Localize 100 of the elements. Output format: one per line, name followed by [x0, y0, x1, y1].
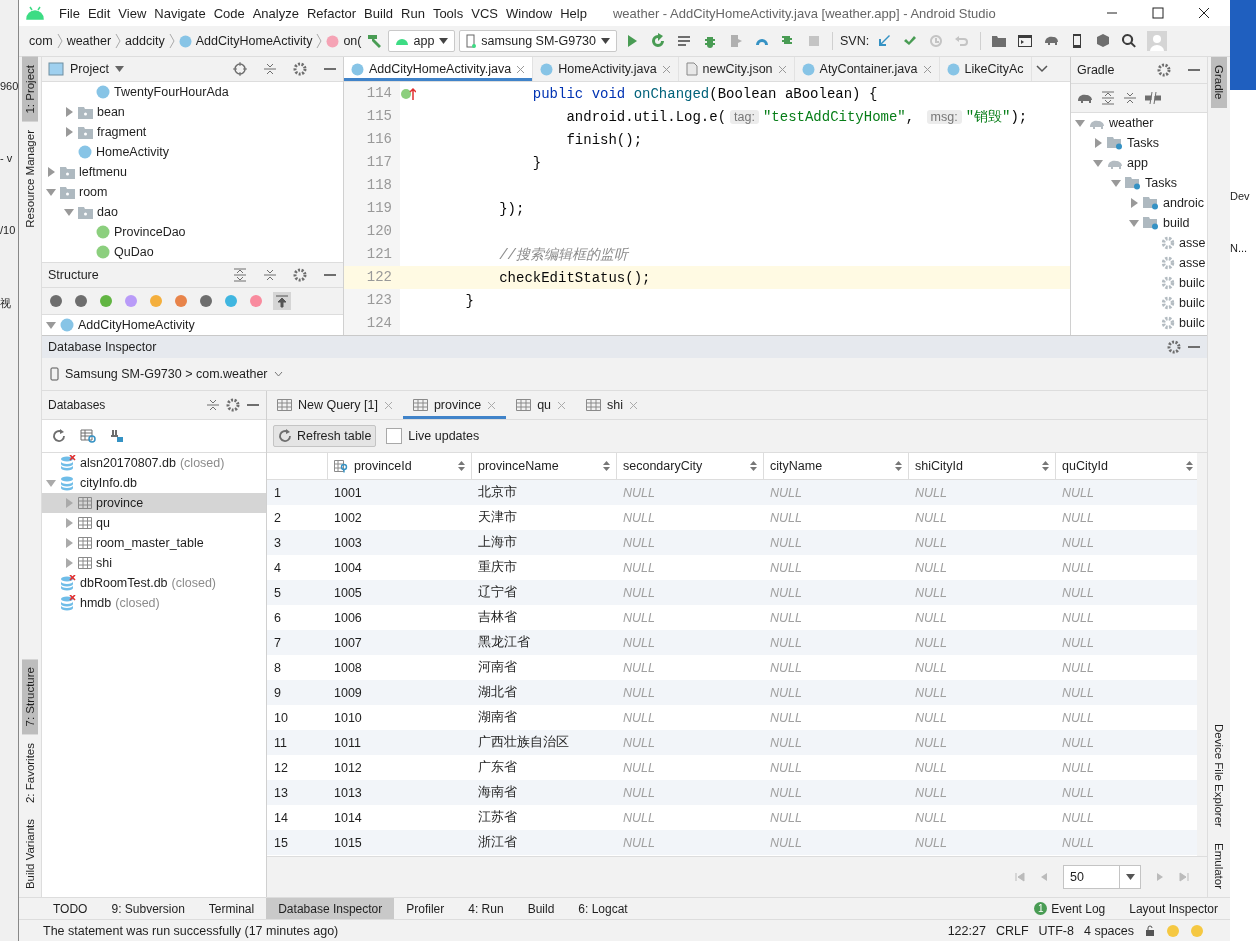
next-page-icon[interactable] [1155, 872, 1165, 882]
expanded-arrow-icon[interactable] [46, 187, 56, 198]
tool-window-tab[interactable]: 4: Run [456, 898, 516, 919]
apply-changes-icon[interactable] [650, 33, 666, 49]
menu-item[interactable]: Help [556, 5, 591, 21]
expanded-arrow-icon[interactable] [1129, 218, 1139, 228]
menu-item[interactable]: Code [209, 5, 249, 21]
table-item[interactable]: qu [42, 513, 266, 533]
tree-item[interactable]: dbRoomTest.db [80, 576, 168, 590]
expanded-arrow-icon[interactable] [1075, 118, 1085, 128]
hammer-icon[interactable] [365, 33, 384, 49]
tree-item[interactable]: cityInfo.db [80, 476, 137, 490]
tool-window-tab[interactable]: TODO [41, 898, 100, 919]
collapsed-arrow-icon[interactable] [64, 518, 74, 528]
settings-icon[interactable] [293, 62, 307, 76]
collapsed-arrow-icon[interactable] [1093, 138, 1103, 148]
tool-window-tab[interactable]: 6: Logcat [566, 898, 640, 919]
collapsed-arrow-icon[interactable] [46, 167, 56, 178]
tree-item[interactable]: AddCityHomeActivity [78, 318, 195, 332]
tool-window-tab[interactable]: 7: Structure [22, 659, 38, 735]
tree-item[interactable]: app [1127, 156, 1148, 170]
tool-window-tab[interactable]: Build Variants [22, 810, 38, 897]
collapsed-arrow-icon[interactable] [1129, 198, 1139, 208]
tree-item[interactable]: dao [97, 205, 118, 220]
tree-item[interactable]: asse [1179, 256, 1206, 270]
editor-tab[interactable]: AddCityHomeActivity.java [344, 57, 534, 81]
table-item[interactable]: province [42, 493, 266, 513]
process-selector[interactable]: Samsung SM-G9730 > com.weather [50, 367, 283, 381]
implements-icon[interactable] [400, 86, 416, 101]
tool-window-tab[interactable]: Emulator [1211, 834, 1227, 897]
tree-item[interactable]: Tasks [1127, 136, 1159, 150]
collapsed-arrow-icon[interactable] [64, 107, 74, 118]
tool-window-tab[interactable]: Event Log [1051, 901, 1106, 916]
tree-item[interactable]: builc [1179, 296, 1205, 310]
caret-position[interactable]: 122:27 [947, 923, 986, 938]
page-size-dropdown[interactable]: 50 [1063, 865, 1141, 889]
panel-title[interactable]: Project [70, 62, 109, 76]
query-tab[interactable]: shi [576, 391, 649, 419]
settings-icon[interactable] [226, 398, 240, 412]
collapsed-arrow-icon[interactable] [64, 127, 74, 138]
tool-window-tab[interactable]: 9: Subversion [99, 898, 197, 919]
maximize-icon[interactable] [1152, 7, 1164, 19]
breadcrumb[interactable]: AddCityHomeActivity [195, 34, 313, 48]
expanded-arrow-icon[interactable] [64, 207, 74, 218]
tool-window-tab[interactable]: Gradle [1211, 57, 1227, 108]
file-encoding[interactable]: UTF-8 [1038, 923, 1074, 938]
column-header[interactable]: provinceName [471, 453, 616, 479]
line-separator[interactable]: CRLF [995, 923, 1029, 938]
tree-item[interactable]: room [79, 185, 108, 200]
expand-icon[interactable] [1101, 91, 1115, 105]
expanded-arrow-icon[interactable] [1111, 178, 1121, 188]
expanded-arrow-icon[interactable] [46, 320, 56, 330]
collapse-icon[interactable] [206, 398, 220, 412]
package-icon[interactable] [1095, 33, 1112, 49]
tree-item[interactable]: fragment [97, 125, 147, 140]
collapsed-arrow-icon[interactable] [64, 558, 74, 568]
table-item[interactable]: shi [42, 553, 266, 573]
attach-icon[interactable] [728, 33, 744, 49]
tree-item[interactable]: QuDao [114, 245, 154, 260]
run-config-dropdown[interactable]: app [387, 30, 456, 52]
tool-window-tab[interactable]: 2: Favorites [22, 734, 38, 811]
editor-tab[interactable]: LikeCityAc [939, 57, 1032, 81]
tree-item[interactable]: builc [1179, 316, 1205, 330]
column-header[interactable]: cityName [763, 453, 908, 479]
chevron-down-icon[interactable] [1035, 65, 1048, 73]
tool-window-tab[interactable]: Layout Inspector [1129, 901, 1218, 916]
collapse-icon[interactable] [263, 62, 277, 76]
previous-page-icon[interactable] [1039, 872, 1049, 882]
list-icon[interactable] [676, 33, 692, 49]
editor-tab[interactable]: AtyContainer.java [794, 57, 940, 81]
editor-tab[interactable]: HomeActivity.java [533, 57, 679, 81]
tool-window-tab[interactable]: Database Inspector [266, 898, 395, 919]
target-icon[interactable] [233, 62, 247, 76]
first-page-icon[interactable] [1015, 872, 1025, 882]
settings-icon[interactable] [1157, 63, 1171, 77]
menu-item[interactable]: Build [360, 5, 397, 21]
query-tab[interactable]: qu [506, 391, 577, 419]
editor-tab[interactable]: newCity.json [678, 57, 795, 81]
folder-icon[interactable] [991, 33, 1008, 49]
tree-item[interactable]: asse [1179, 236, 1206, 250]
breadcrumb[interactable]: com [29, 34, 53, 48]
collapse-icon[interactable] [1123, 91, 1137, 105]
tree-item[interactable]: builc [1179, 276, 1205, 290]
tool-window-tab[interactable]: Profiler [394, 898, 457, 919]
menu-item[interactable]: VCS [467, 5, 502, 21]
tree-item[interactable]: ProvinceDao [114, 225, 186, 240]
menu-item[interactable]: Analyze [248, 5, 303, 21]
toggle-offline-icon[interactable] [1145, 91, 1161, 105]
menu-item[interactable]: Refactor [302, 5, 361, 21]
menu-item[interactable]: File [55, 5, 84, 21]
menu-item[interactable]: Run [397, 5, 429, 21]
menu-item[interactable]: Tools [428, 5, 468, 21]
tree-item[interactable]: androic [1163, 196, 1204, 210]
tree-item[interactable]: Tasks [1145, 176, 1177, 190]
tree-item[interactable]: TwentyFourHourAda [114, 85, 229, 100]
tree-item[interactable]: build [1163, 216, 1190, 230]
tree-item[interactable]: hmdb [80, 596, 112, 610]
caret-icon[interactable] [114, 66, 124, 72]
query-table-icon[interactable] [80, 429, 96, 443]
expanded-arrow-icon[interactable] [1093, 158, 1103, 168]
